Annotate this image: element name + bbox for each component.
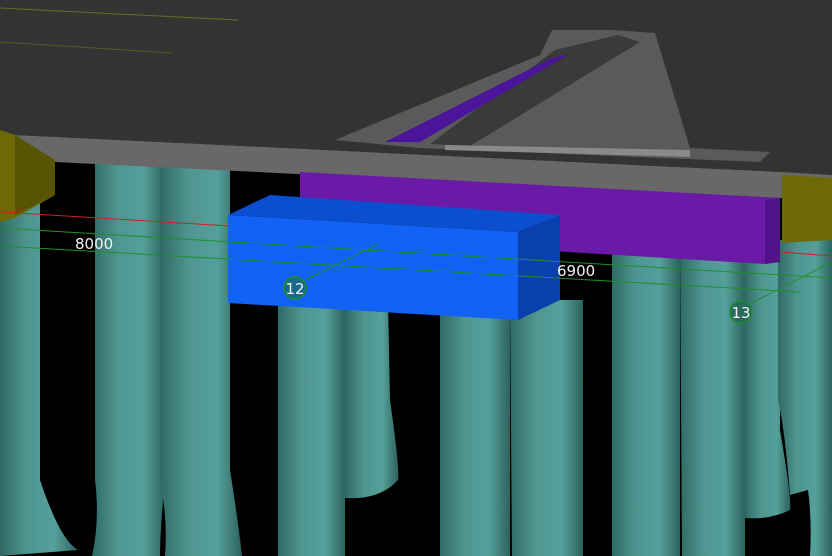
pile-center[interactable]	[440, 300, 510, 556]
pile-left-b[interactable]	[160, 150, 242, 556]
pile-left-a[interactable]	[92, 150, 165, 556]
column-right[interactable]	[782, 175, 832, 243]
pile-right-b[interactable]	[680, 245, 745, 556]
grid-bubble-12-text: 12	[285, 280, 304, 298]
purple-beam-side	[765, 198, 780, 264]
pile-mid-left[interactable]	[278, 300, 345, 556]
grid-bubble-13[interactable]: 13	[729, 300, 753, 324]
grid-bubble-12[interactable]: 12	[283, 276, 307, 300]
pile-mid-short[interactable]	[345, 300, 399, 499]
scene-canvas[interactable]: 8000 6900 12 13	[0, 0, 832, 556]
pile-right-a[interactable]	[612, 245, 680, 556]
dimension-label-8000[interactable]: 8000	[75, 235, 113, 253]
dimension-label-6900[interactable]: 6900	[557, 262, 595, 280]
pile-center-b[interactable]	[510, 300, 583, 556]
grid-bubble-13-text: 13	[731, 304, 750, 322]
model-viewport[interactable]: 8000 6900 12 13	[0, 0, 832, 556]
